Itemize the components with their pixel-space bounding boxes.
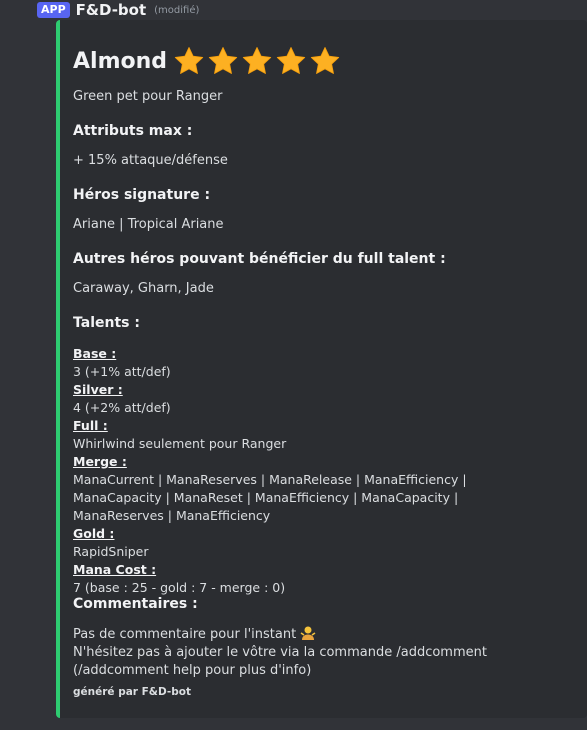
star-icon	[242, 47, 272, 74]
comment-line-2: N'hésitez pas à ajouter le vôtre via la …	[73, 645, 487, 678]
talent-label-silver: Silver :	[73, 382, 123, 397]
embed-footer: généré par F&D-bot	[73, 686, 191, 698]
star-icon	[276, 47, 306, 74]
field-talents-name: Talents :	[73, 315, 140, 331]
talent-value-silver: 4 (+2% att/def)	[73, 400, 171, 415]
comment-line-1: Pas de commentaire pour l'instant	[73, 625, 553, 644]
field-others-name: Autres héros pouvant bénéficier du full …	[73, 251, 446, 267]
embed-description: Green pet pour Ranger	[73, 89, 223, 104]
field-signature-value: Ariane | Tropical Ariane	[73, 217, 224, 232]
comment-line-1-text: Pas de commentaire pour l'instant	[73, 627, 297, 642]
edited-label: (modifié)	[154, 4, 200, 16]
bot-name[interactable]: F&D-bot	[76, 1, 147, 19]
talent-value-mana-cost: 7 (base : 25 - gold : 7 - merge : 0)	[73, 580, 286, 595]
title-text: Almond	[73, 48, 168, 74]
talent-label-full: Full :	[73, 418, 108, 433]
field-others-value: Caraway, Gharn, Jade	[73, 281, 214, 296]
embed-card: Almond Green pet pour Ranger Attributs m…	[56, 20, 587, 718]
star-icon	[174, 47, 204, 74]
person-shrugging-icon	[300, 626, 316, 642]
star-icon	[208, 47, 238, 74]
talent-value-full: Whirlwind seulement pour Ranger	[73, 436, 287, 451]
rating-stars	[173, 45, 341, 77]
talent-value-gold: RapidSniper	[73, 544, 149, 559]
field-attributes-name: Attributs max :	[73, 123, 193, 139]
talent-label-merge: Merge :	[73, 454, 127, 469]
star-icon	[310, 47, 340, 74]
talents-list: Base : 3 (+1% att/def) Silver : 4 (+2% a…	[73, 345, 543, 597]
field-attributes-value: + 15% attaque/défense	[73, 153, 228, 168]
message-header: APP F&D-bot (modifié)	[37, 0, 199, 20]
embed-title: Almond	[73, 45, 341, 77]
talent-label-mana-cost: Mana Cost :	[73, 562, 157, 577]
talent-value-merge: ManaCurrent | ManaReserves | ManaRelease…	[73, 472, 467, 523]
talent-label-base: Base :	[73, 346, 117, 361]
field-comments-name: Commentaires :	[73, 596, 198, 612]
talent-value-base: 3 (+1% att/def)	[73, 364, 171, 379]
comments-value: Pas de commentaire pour l'instant N'hési…	[73, 625, 553, 680]
app-badge: APP	[37, 2, 70, 18]
field-signature-name: Héros signature :	[73, 187, 211, 203]
talent-label-gold: Gold :	[73, 526, 115, 541]
